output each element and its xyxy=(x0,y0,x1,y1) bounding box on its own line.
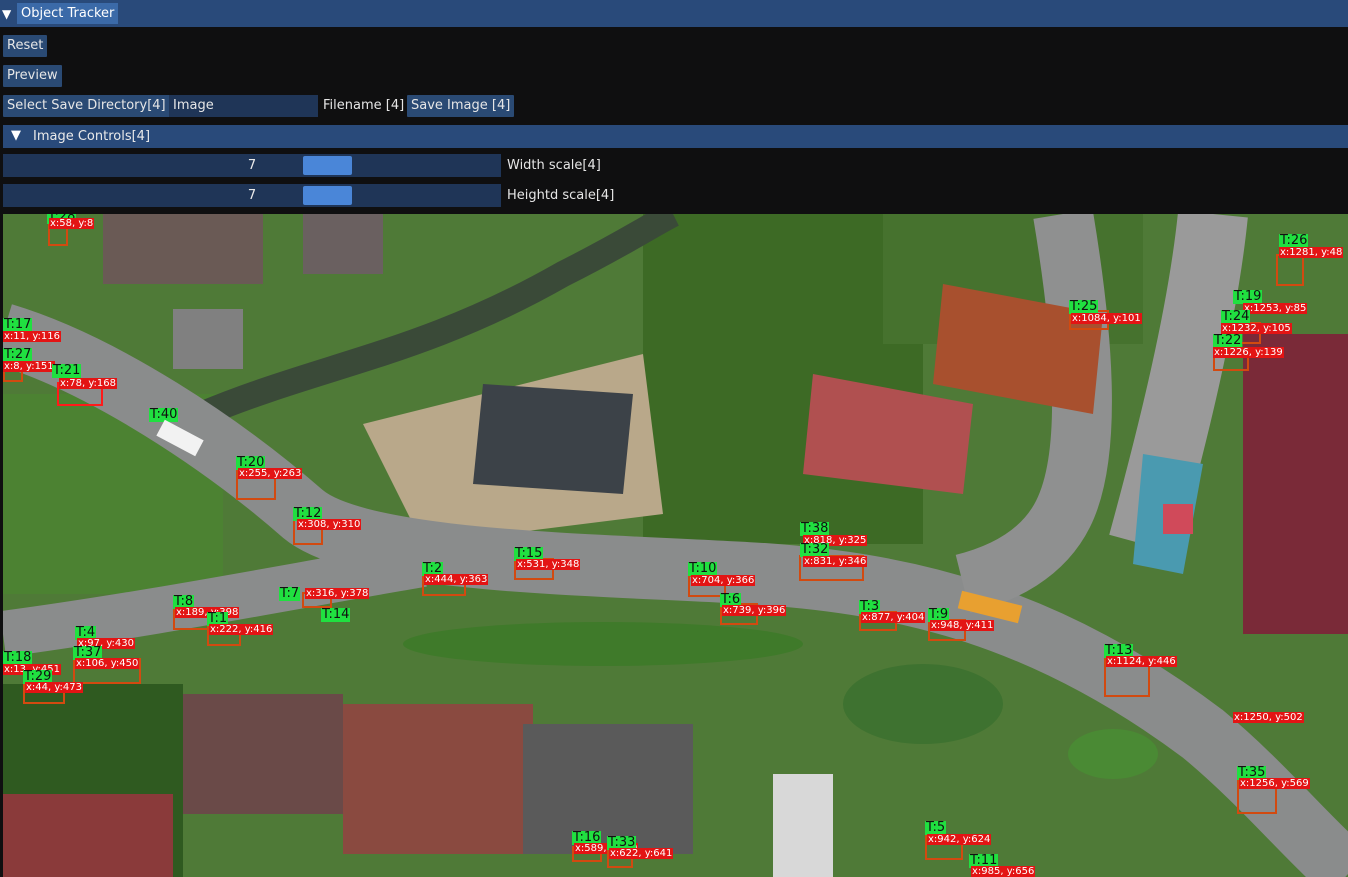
controls-panel: Reset Preview Select Save Directory[4] I… xyxy=(0,27,1348,214)
track-coord-label: x:8, y:151 xyxy=(3,361,55,372)
reset-button[interactable]: Reset xyxy=(3,35,48,57)
track-coord-label: x:308, y:310 xyxy=(297,519,362,530)
collapse-arrow-icon[interactable]: ▼ xyxy=(2,7,11,21)
track-coord-label: x:1124, y:446 xyxy=(1106,656,1177,667)
track-coord-label: x:531, y:348 xyxy=(516,559,581,570)
save-image-button[interactable]: Save Image [4] xyxy=(407,95,515,117)
track-coord-label: x:222, y:416 xyxy=(209,624,274,635)
track-coord-label: x:1281, y:48 xyxy=(1279,247,1344,258)
track-coord-label: x:739, y:396 xyxy=(722,605,787,616)
track-coord-label: x:948, y:411 xyxy=(930,620,995,631)
image-controls-header[interactable]: ▼ Image Controls[4] xyxy=(3,125,1348,148)
track-coord-label: x:58, y:8 xyxy=(49,218,95,229)
track-coord-label: x:1253, y:85 xyxy=(1243,303,1308,314)
width-scale-label: Width scale[4] xyxy=(507,158,601,173)
height-scale-value: 7 xyxy=(247,188,257,203)
track-coord-label: x:877, y:404 xyxy=(861,612,926,623)
aerial-scene-graphic xyxy=(3,214,1348,877)
track-coord-label: x:831, y:346 xyxy=(803,556,868,567)
track-id-label: T:24 xyxy=(1221,309,1251,324)
track-id-label: T:14 xyxy=(321,607,351,622)
track-coord-label: x:942, y:624 xyxy=(927,834,992,845)
track-id-label: T:27 xyxy=(3,347,33,362)
track-coord-label: x:1226, y:139 xyxy=(1213,347,1284,358)
window-titlebar: ▼ Object Tracker xyxy=(0,0,1348,27)
track-box xyxy=(1276,254,1304,286)
width-scale-value: 7 xyxy=(247,158,257,173)
track-id-label: T:38 xyxy=(800,521,830,536)
filename-input[interactable]: Image xyxy=(169,95,318,117)
filename-label: Filename [4] xyxy=(323,98,405,113)
track-id-label: T:32 xyxy=(800,542,830,557)
track-coord-label: x:444, y:363 xyxy=(424,574,489,585)
track-coord-label: x:11, y:116 xyxy=(3,331,62,342)
track-coord-label: x:106, y:450 xyxy=(75,658,140,669)
preview-button[interactable]: Preview xyxy=(3,65,62,87)
track-id-label: T:17 xyxy=(3,317,33,332)
expand-triangle-icon: ▼ xyxy=(11,128,21,143)
track-coord-label: x:1250, y:502 xyxy=(1233,712,1304,723)
track-id-label: T:7 xyxy=(279,586,301,601)
track-coord-label: x:255, y:263 xyxy=(238,468,303,479)
window-title[interactable]: Object Tracker xyxy=(17,3,119,24)
width-scale-slider[interactable]: 7 xyxy=(3,154,501,177)
track-coord-label: x:78, y:168 xyxy=(59,378,118,389)
track-id-label: T:18 xyxy=(3,650,33,665)
track-id-label: T:21 xyxy=(52,363,82,378)
track-coord-label: x:1084, y:101 xyxy=(1071,313,1142,324)
track-coord-label: x:622, y:641 xyxy=(609,848,674,859)
tracking-image: T:28 x:58, y:8 T:26 x:1281, y:48 T:19 x:… xyxy=(3,214,1348,877)
track-id-label: T:19 xyxy=(1233,289,1263,304)
track-coord-label: x:704, y:366 xyxy=(691,575,756,586)
image-controls-title: Image Controls[4] xyxy=(33,129,151,144)
height-scale-label: Heightd scale[4] xyxy=(507,188,615,203)
track-coord-label: x:316, y:378 xyxy=(305,588,370,599)
track-id-label: T:22 xyxy=(1213,333,1243,348)
track-id-label: T:5 xyxy=(925,820,947,835)
track-id-label: T:25 xyxy=(1069,299,1099,314)
track-coord-label: x:985, y:656 xyxy=(971,866,1036,877)
track-id-label: T:10 xyxy=(688,561,718,576)
track-coord-label: x:44, y:473 xyxy=(25,682,84,693)
track-id-label: T:26 xyxy=(1279,233,1309,248)
track-coord-label: x:1256, y:569 xyxy=(1239,778,1310,789)
height-scale-slider[interactable]: 7 xyxy=(3,184,501,207)
select-save-directory-button[interactable]: Select Save Directory[4] xyxy=(3,95,170,117)
